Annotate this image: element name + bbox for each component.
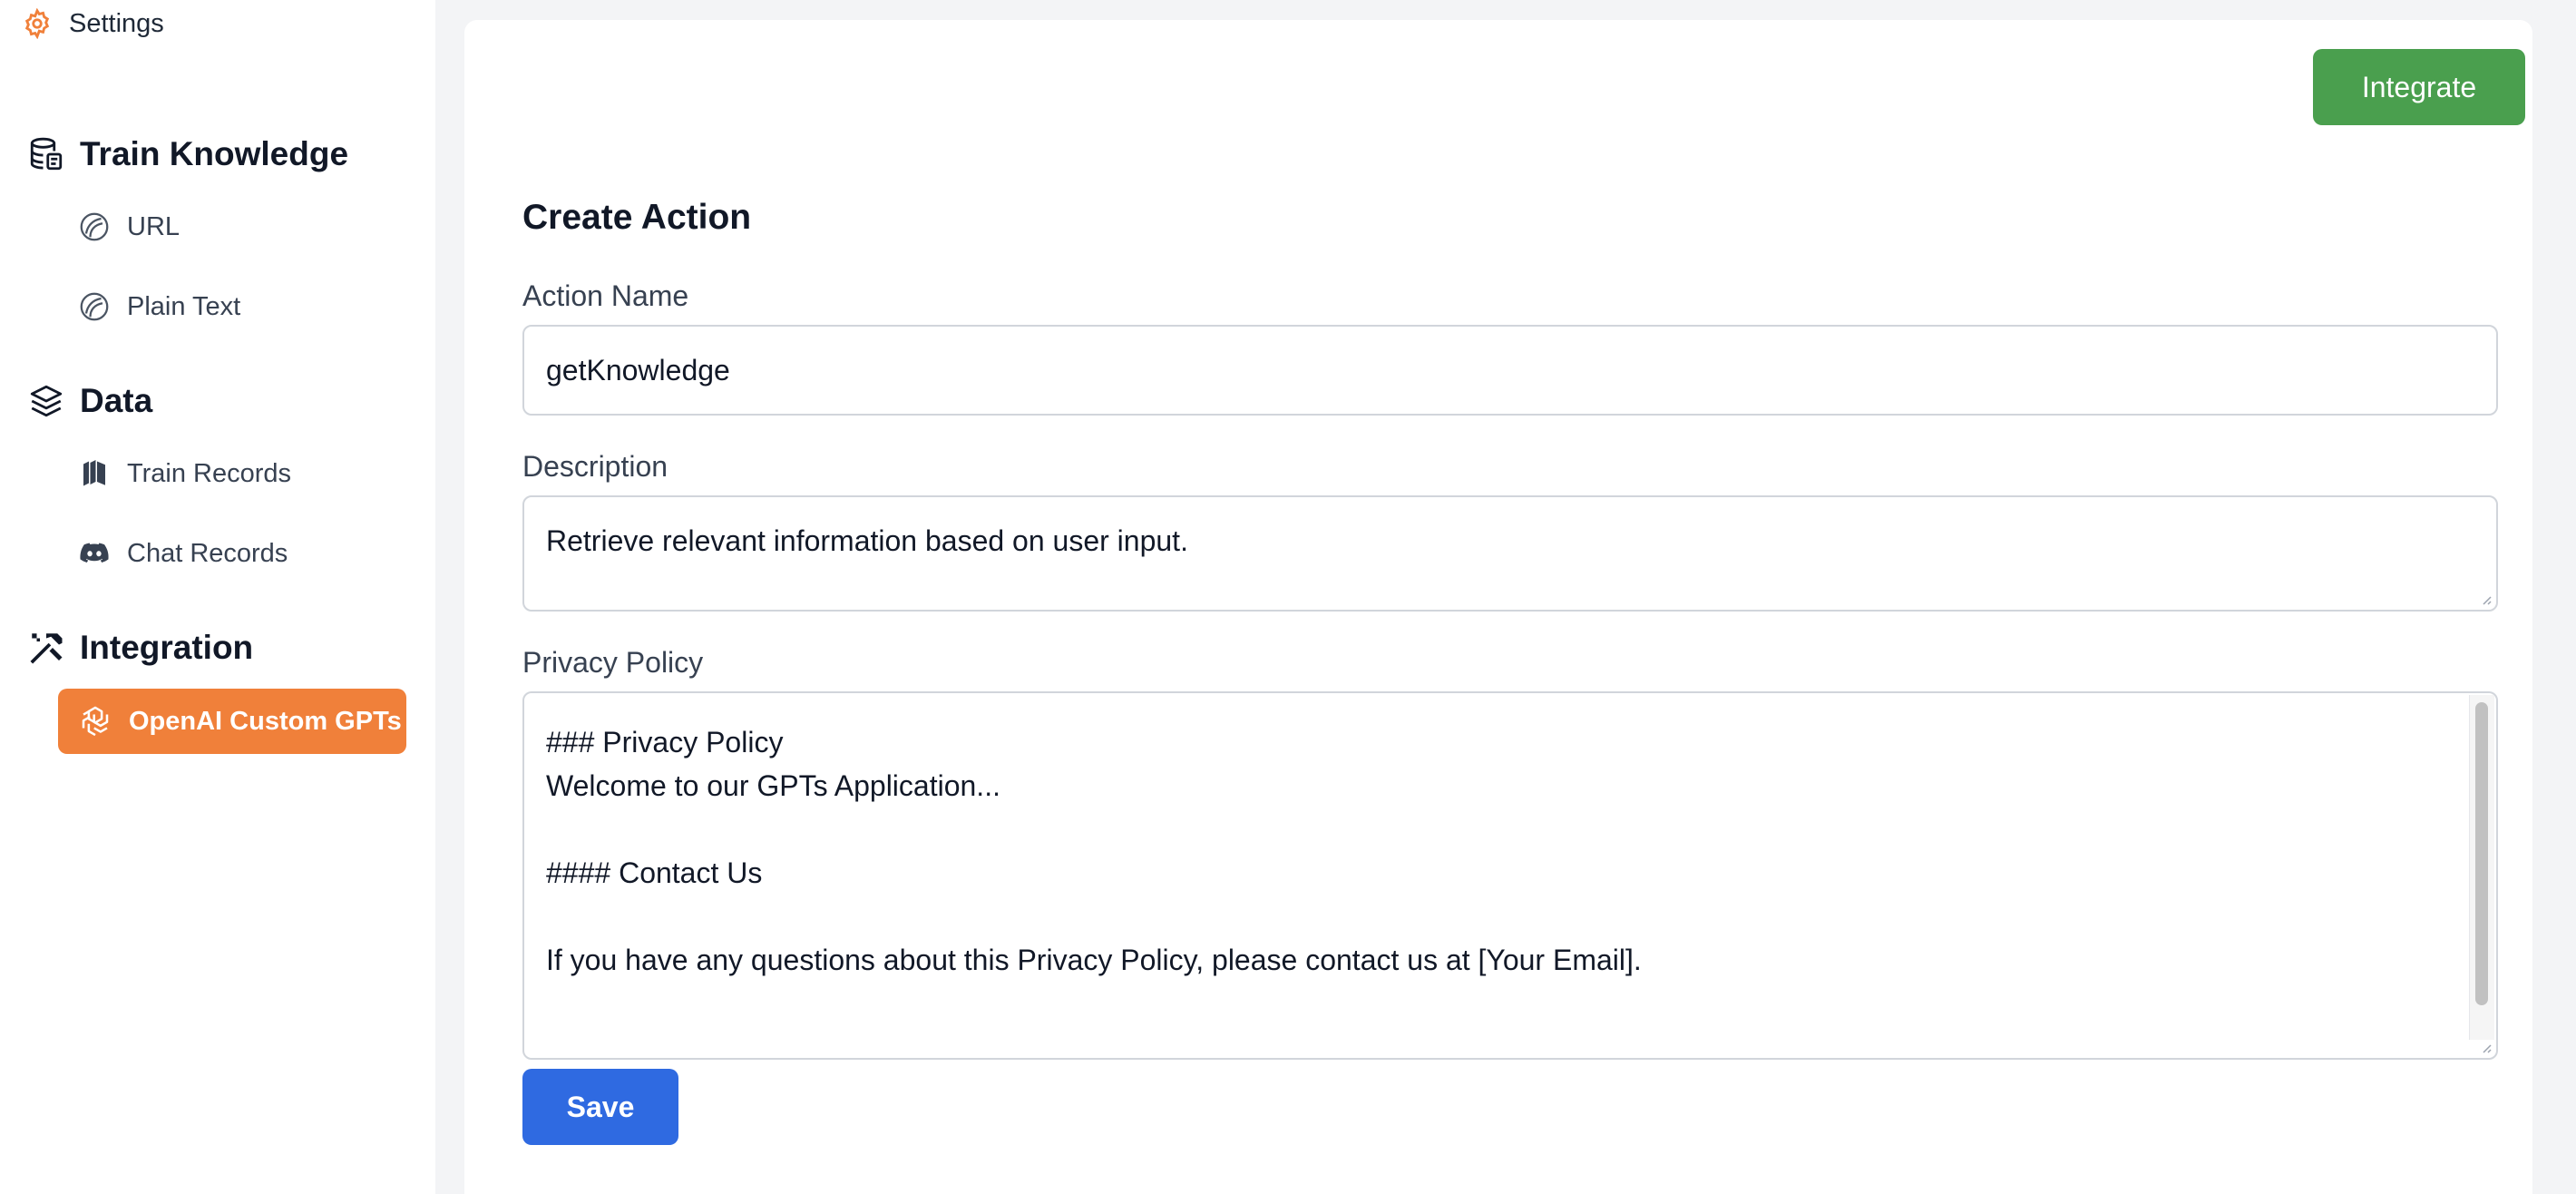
scrollbar-thumb[interactable] [2475,702,2488,1005]
action-name-value: getKnowledge [546,353,730,387]
sidebar: Settings Train Knowledge URL Plain Text … [0,0,435,1194]
sidebar-item-settings[interactable]: Settings [22,5,164,42]
description-value: Retrieve relevant information based on u… [546,524,1188,557]
section-title: Data [80,382,153,419]
form-title: Create Action [522,198,752,237]
section-title: Train Knowledge [80,135,349,172]
resize-grip-icon[interactable] [2478,1040,2493,1054]
policy-line [546,895,2474,938]
resize-grip-icon[interactable] [2478,592,2493,606]
main-panel: Integrate Create Action Action Name getK… [464,20,2532,1194]
policy-line: Welcome to our GPTs Application... [546,769,1000,802]
policy-line: If you have any questions about this Pri… [546,944,1642,976]
sidebar-item-label: Settings [69,8,164,38]
sidebar-item-label: Plain Text [127,291,241,321]
openai-icon [78,704,112,739]
sidebar-item-openai-custom-gpts[interactable]: OpenAI Custom GPTs [58,689,406,754]
gear-icon [22,8,53,39]
privacy-policy-label: Privacy Policy [522,646,704,679]
section-integration: Integration [27,621,253,675]
sidebar-item-plain-text[interactable]: Plain Text [78,281,240,332]
sidebar-item-label: Train Records [127,458,292,488]
description-textarea[interactable]: Retrieve relevant information based on u… [522,495,2498,612]
save-button[interactable]: Save [522,1069,678,1145]
sidebar-item-label: OpenAI Custom GPTs [129,706,402,736]
sidebar-item-label: URL [127,211,181,241]
policy-line: ### Privacy Policy [546,726,784,758]
section-title: Integration [80,629,254,666]
globe-icon [78,210,111,243]
files-icon [78,457,111,490]
tools-icon [27,629,65,667]
section-train-knowledge: Train Knowledge [27,127,348,181]
database-icon [27,135,65,173]
action-name-label: Action Name [522,279,689,312]
layers-icon [27,382,65,420]
privacy-policy-textarea[interactable]: ### Privacy Policy Welcome to our GPTs A… [522,691,2498,1060]
policy-line [546,807,2474,851]
section-data: Data [27,374,152,428]
policy-line: #### Contact Us [546,856,763,889]
sidebar-item-url[interactable]: URL [78,201,180,252]
description-label: Description [522,450,668,483]
globe-icon [78,290,111,323]
sidebar-item-label: Chat Records [127,538,288,568]
action-name-input[interactable]: getKnowledge [522,325,2498,416]
discord-icon [78,537,111,570]
sidebar-item-train-records[interactable]: Train Records [78,448,291,499]
sidebar-item-chat-records[interactable]: Chat Records [78,528,288,579]
integrate-button[interactable]: Integrate [2313,49,2525,125]
